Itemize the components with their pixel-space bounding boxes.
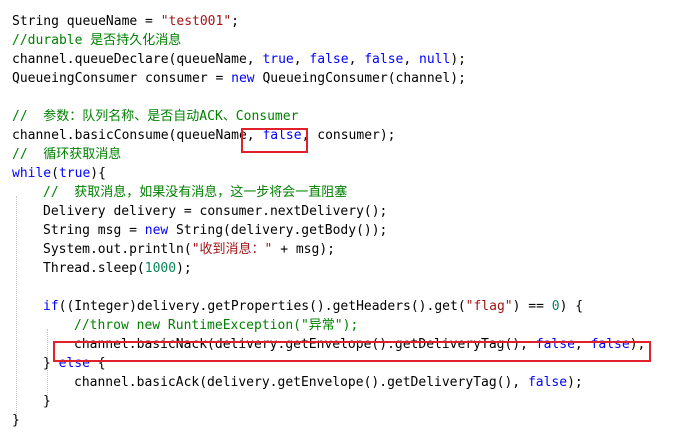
code-editor[interactable]: String queueName = "test001"; //durable 是… [0, 0, 675, 442]
code-line: channel.basicAck(delivery.getEnvelope().… [74, 373, 583, 392]
highlight-box-basicnack-line [53, 341, 651, 362]
code-token: , consumer); [301, 128, 396, 143]
code-line: String queueName = "test001"; [12, 12, 239, 31]
code-line: // 获取消息，如果没有消息，这一步将会一直阻塞 [43, 183, 347, 202]
indent-guide-while [16, 196, 17, 424]
code-token: true [262, 52, 294, 67]
code-line: QueueingConsumer consumer = new Queueing… [12, 69, 466, 88]
code-token: Thread.sleep( [43, 261, 145, 276]
code-token: String queueName = [12, 14, 161, 29]
code-token: System.out.println( [43, 242, 192, 257]
code-token: 1000 [144, 261, 177, 276]
code-token: false [527, 375, 568, 390]
code-token: false [309, 52, 349, 67]
code-token: ); [567, 375, 583, 390]
code-token: + msg); [272, 242, 335, 257]
code-line: while(true){ [12, 164, 106, 183]
code-token: new [231, 71, 255, 86]
code-token: } [12, 413, 20, 428]
code-token: ); [450, 52, 466, 67]
code-line: // 循环获取消息 [12, 145, 121, 164]
code-token: // 获取消息，如果没有消息，这一步将会一直阻塞 [43, 185, 348, 200]
code-token: channel.basicAck(delivery.getEnvelope().… [74, 375, 528, 390]
code-line: } [12, 411, 20, 430]
code-line: String msg = new String(delivery.getBody… [43, 221, 387, 240]
code-token: // 循环获取消息 [12, 147, 122, 162]
code-token: , [348, 52, 365, 67]
code-line: } [43, 392, 51, 411]
code-line: //throw new RuntimeException("异常"); [74, 316, 358, 335]
code-token: ){ [90, 166, 106, 181]
code-line: // 参数：队列名称、是否自动ACK、Consumer [12, 107, 298, 126]
code-token: 0 [551, 299, 560, 314]
code-token: //throw new RuntimeException("异常"); [74, 318, 359, 333]
code-line: if((Integer)delivery.getProperties().get… [43, 297, 583, 316]
code-token: true [58, 166, 91, 181]
code-token: ); [176, 261, 192, 276]
code-token: String(delivery.getBody()); [168, 223, 388, 238]
code-token: ) == [512, 299, 552, 314]
code-token: new [144, 223, 169, 238]
code-token: QueueingConsumer(channel); [254, 71, 466, 86]
code-token: Delivery delivery = consumer.nextDeliver… [43, 204, 388, 219]
code-token: ) { [559, 299, 584, 314]
code-token: "test001" [160, 14, 232, 29]
code-token: //durable 是否持久化消息 [12, 33, 182, 48]
code-line: channel.queueDeclare(queueName, true, fa… [12, 50, 466, 69]
code-token: channel.queueDeclare(queueName, [12, 52, 263, 67]
code-token: , [293, 52, 310, 67]
code-token: "flag" [465, 299, 513, 314]
code-line: //durable 是否持久化消息 [12, 31, 181, 50]
code-token: if [43, 299, 59, 314]
code-token: "收到消息：" [191, 242, 273, 257]
code-token: false [364, 52, 404, 67]
code-token: while [12, 166, 52, 181]
code-token: } [43, 394, 51, 409]
code-token: ( [51, 166, 59, 181]
code-token: String msg = [43, 223, 145, 238]
code-token: null [419, 52, 451, 67]
highlight-box-basicconsume-args [241, 128, 308, 153]
code-line: Thread.sleep(1000); [43, 259, 192, 278]
code-token: ; [231, 14, 239, 29]
code-line: channel.basicConsume(queueName, false, c… [12, 126, 396, 145]
code-token: ((Integer)delivery.getProperties().getHe… [58, 299, 466, 314]
code-token: channel.basicConsume(queueName, [12, 128, 263, 143]
code-line: System.out.println("收到消息：" + msg); [43, 240, 335, 259]
code-token: // 参数：队列名称、是否自动ACK、Consumer [12, 109, 299, 124]
code-line: Delivery delivery = consumer.nextDeliver… [43, 202, 387, 221]
code-token: , [403, 52, 420, 67]
code-token: QueueingConsumer consumer = [12, 71, 232, 86]
